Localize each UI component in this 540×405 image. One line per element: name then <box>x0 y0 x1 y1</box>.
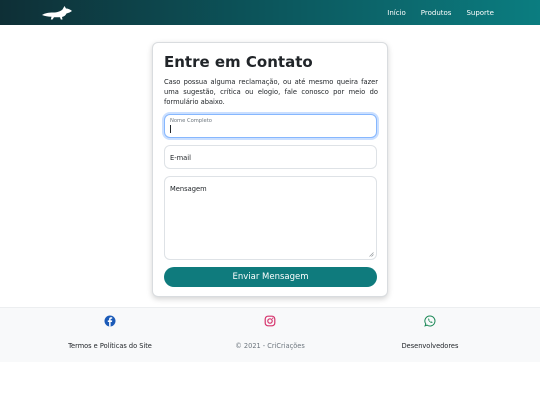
footer: Termos e Políticas do Site © 2021 - CriC… <box>0 307 540 362</box>
resize-grip-icon[interactable] <box>369 252 374 257</box>
text-caret <box>170 125 171 133</box>
dog-logo-icon[interactable] <box>41 4 73 21</box>
contact-card: Entre em Contato Caso possua alguma recl… <box>152 42 388 297</box>
nav-link-inicio[interactable]: Início <box>387 9 406 17</box>
contact-title: Entre em Contato <box>164 53 313 71</box>
facebook-icon[interactable] <box>104 315 116 327</box>
email-label: E-mail <box>170 154 191 162</box>
copyright-text: © 2021 - CriCriações <box>235 342 305 350</box>
developers-link[interactable]: Desenvolvedores <box>402 342 459 350</box>
email-field[interactable]: E-mail <box>164 145 377 169</box>
send-message-button[interactable]: Enviar Mensagem <box>164 267 377 287</box>
whatsapp-icon[interactable] <box>424 315 436 327</box>
contact-description: Caso possua alguma reclamação, ou até me… <box>164 78 378 106</box>
full-name-label: Nome Completo <box>170 118 212 124</box>
navbar: Início Produtos Suporte <box>0 0 540 25</box>
instagram-icon[interactable] <box>264 315 276 327</box>
message-textarea[interactable]: Mensagem <box>164 176 377 260</box>
main-nav: Início Produtos Suporte <box>372 0 494 25</box>
full-name-field[interactable]: Nome Completo <box>164 114 377 138</box>
message-label: Mensagem <box>170 185 207 193</box>
nav-link-suporte[interactable]: Suporte <box>466 9 494 17</box>
terms-link[interactable]: Termos e Políticas do Site <box>68 342 152 350</box>
nav-link-produtos[interactable]: Produtos <box>421 9 452 17</box>
